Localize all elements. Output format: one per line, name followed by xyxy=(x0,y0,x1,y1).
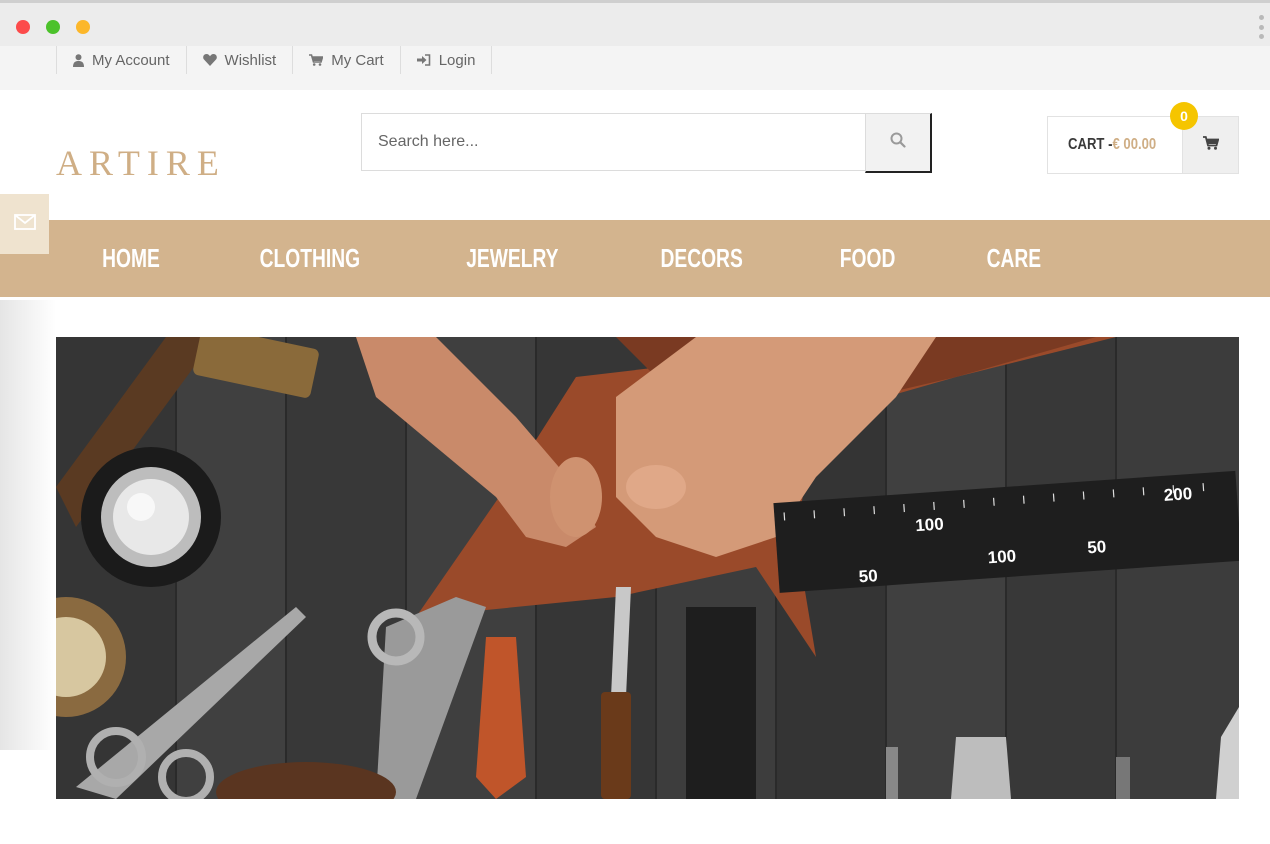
heart-icon xyxy=(202,54,217,66)
window-maximize-button[interactable] xyxy=(76,20,90,34)
search-button[interactable] xyxy=(865,113,932,173)
nav-item-label: DECORS xyxy=(660,243,744,273)
header-cart[interactable]: CART - € 00.00 0 xyxy=(1047,102,1239,174)
nav-item-food[interactable]: FOOD xyxy=(794,220,941,297)
login-icon xyxy=(416,54,431,66)
login-link[interactable]: Login xyxy=(401,46,493,74)
cart-icon xyxy=(1202,135,1219,155)
my-cart-link[interactable]: My Cart xyxy=(293,46,401,74)
nav-item-clothing[interactable]: CLOTHING xyxy=(206,220,414,297)
cart-icon xyxy=(309,54,324,66)
my-account-link[interactable]: My Account xyxy=(57,46,187,74)
nav-items: HOME CLOTHING JEWELRY DECORS FOOD CARE xyxy=(56,220,1087,297)
my-account-label: My Account xyxy=(92,51,170,69)
search-form xyxy=(361,113,932,173)
search-input[interactable] xyxy=(361,113,866,171)
envelope-icon xyxy=(13,213,36,235)
ruler-number: 100 xyxy=(915,514,945,535)
cart-summary: CART - € 00.00 xyxy=(1068,117,1156,173)
cart-count-badge: 0 xyxy=(1170,102,1198,130)
my-cart-label: My Cart xyxy=(331,51,384,69)
user-icon xyxy=(73,53,84,67)
nav-item-care[interactable]: CARE xyxy=(941,220,1087,297)
nav-item-label: HOME xyxy=(102,243,160,273)
login-label: Login xyxy=(438,51,476,69)
ruler-number: 200 xyxy=(1163,484,1193,505)
ruler-number: 100 xyxy=(987,546,1017,567)
contact-tab[interactable] xyxy=(0,194,49,254)
window-close-button[interactable] xyxy=(16,20,30,34)
cart-label: CART - xyxy=(1068,136,1113,153)
hero-banner-image[interactable]: 100 200 50 100 50 xyxy=(56,337,1239,799)
nav-item-home[interactable]: HOME xyxy=(56,220,206,297)
window-minimize-button[interactable] xyxy=(46,20,60,34)
top-bar: My Account Wishlist My Cart Login xyxy=(0,46,1270,90)
nav-item-label: CLOTHING xyxy=(259,243,361,273)
nav-item-label: CARE xyxy=(986,243,1041,273)
main-nav: HOME CLOTHING JEWELRY DECORS FOOD CARE xyxy=(0,220,1270,297)
nav-item-decors[interactable]: DECORS xyxy=(610,220,793,297)
browser-title-bar xyxy=(0,0,1270,46)
site-header: ARTIRE CART - € 00.00 0 xyxy=(0,90,1270,220)
ruler-number: 50 xyxy=(1087,537,1107,557)
side-shadow xyxy=(0,300,56,750)
wishlist-link[interactable]: Wishlist xyxy=(187,46,294,74)
wishlist-label: Wishlist xyxy=(224,51,277,69)
cart-amount: € 00.00 xyxy=(1112,136,1157,153)
kebab-menu-icon[interactable] xyxy=(1258,15,1264,39)
nav-item-label: JEWELRY xyxy=(465,243,559,273)
nav-item-label: FOOD xyxy=(839,243,896,273)
top-links: My Account Wishlist My Cart Login xyxy=(56,46,493,74)
site-logo[interactable]: ARTIRE xyxy=(56,142,226,184)
search-icon xyxy=(890,132,906,153)
nav-item-jewelry[interactable]: JEWELRY xyxy=(414,220,611,297)
ruler-number: 50 xyxy=(858,566,878,586)
